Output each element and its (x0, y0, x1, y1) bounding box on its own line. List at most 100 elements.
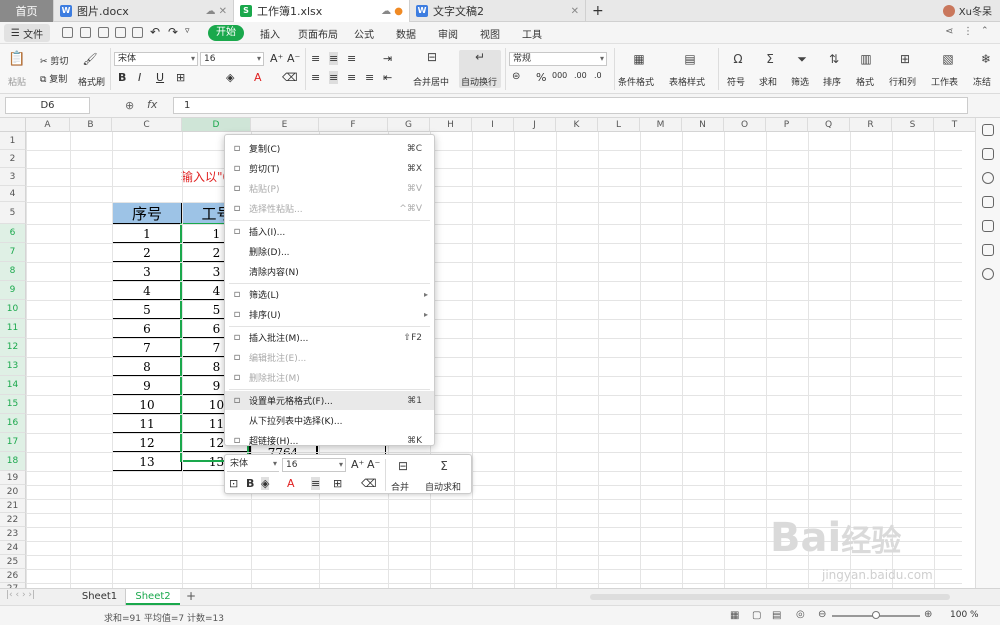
row-header-5[interactable]: 5 (0, 202, 26, 224)
column-header-g[interactable]: G (388, 118, 430, 132)
user-account[interactable]: Xu冬呆 (942, 3, 992, 18)
freeze-button[interactable]: 冻结 (973, 75, 991, 88)
font-color-icon[interactable]: A (254, 71, 262, 84)
font-name-select[interactable]: 宋体 (114, 52, 198, 66)
row-header-23[interactable]: 23 (0, 527, 26, 541)
sort-button[interactable]: 排序 (823, 75, 841, 88)
row-header-20[interactable]: 20 (0, 485, 26, 499)
new-tab-button[interactable]: + (586, 0, 608, 22)
tab-data[interactable]: 数据 (396, 26, 416, 41)
column-header-b[interactable]: B (70, 118, 112, 132)
sum-icon[interactable]: Σ (762, 52, 778, 66)
row-header-17[interactable]: 17 (0, 433, 26, 452)
rows-cols-button[interactable]: 行和列 (889, 75, 916, 88)
row-header-25[interactable]: 25 (0, 555, 26, 569)
tab-tools[interactable]: 工具 (522, 26, 542, 41)
fill-color-icon[interactable]: ◈ (226, 71, 234, 84)
align-top-icon[interactable]: ≡ (311, 52, 320, 65)
italic-icon[interactable]: I (138, 71, 141, 84)
row-header-12[interactable]: 12 (0, 338, 26, 357)
filter-button[interactable]: 筛选 (791, 75, 809, 88)
align-right-icon[interactable]: ≡ (347, 71, 356, 84)
sidebar-fill-icon[interactable] (982, 148, 994, 160)
decrease-font-icon[interactable]: A⁻ (287, 52, 300, 65)
row-header-24[interactable]: 24 (0, 541, 26, 555)
outdent-icon[interactable]: ⇤ (383, 71, 392, 84)
context-menu-item[interactable]: ▫ 剪切(T) ⌘X (225, 159, 434, 178)
row-header-10[interactable]: 10 (0, 300, 26, 319)
symbol-icon[interactable]: Ω (730, 52, 746, 66)
cut-button[interactable]: ✂ 剪切 (40, 54, 68, 67)
sidebar-share-icon[interactable] (982, 244, 994, 256)
file-menu-button[interactable]: ☰ 文件 (4, 24, 50, 42)
context-menu-item[interactable]: ▫ 复制(C) ⌘C (225, 139, 434, 158)
sheet-nav-icon[interactable]: |‹ ‹ › ›| (6, 590, 35, 600)
align-bottom-icon[interactable]: ≡ (347, 52, 356, 65)
tab-page-layout[interactable]: 页面布局 (298, 26, 338, 41)
close-icon[interactable]: ✕ (571, 6, 579, 17)
paste-button[interactable]: 粘贴 (8, 75, 26, 88)
row-header-1[interactable]: 1 (0, 132, 26, 150)
sidebar-settings-icon[interactable] (982, 220, 994, 232)
row-header-11[interactable]: 11 (0, 319, 26, 338)
increase-font-icon[interactable]: A⁺ (270, 52, 283, 65)
tab-doc-text[interactable]: W 文字文稿2 ✕ (410, 0, 586, 22)
row-header-3[interactable]: 3 (0, 168, 26, 186)
table-cell[interactable]: 4 (112, 281, 182, 300)
sheet-tab-sheet1[interactable]: Sheet1 (74, 589, 126, 605)
copy-button[interactable]: ⧉ 复制 (40, 72, 67, 85)
column-header-s[interactable]: S (892, 118, 934, 132)
mini-clear-icon[interactable]: ⌫ (361, 477, 377, 490)
wrap-text-button[interactable]: ↵ 自动换行 (459, 50, 501, 88)
column-header-i[interactable]: I (472, 118, 514, 132)
justify-icon[interactable]: ≡ (365, 71, 374, 84)
context-menu-item[interactable]: 清除内容(N) (225, 262, 434, 281)
row-header-22[interactable]: 22 (0, 513, 26, 527)
column-header-h[interactable]: H (430, 118, 472, 132)
row-header-8[interactable]: 8 (0, 262, 26, 281)
sort-icon[interactable]: ⇅ (826, 52, 842, 66)
mini-align-icon[interactable]: ≡ (311, 477, 321, 490)
table-cell[interactable]: 2 (112, 243, 182, 262)
column-header-c[interactable]: C (112, 118, 182, 132)
sidebar-copy-icon[interactable] (982, 124, 994, 136)
conditional-format-icon[interactable]: ▦ (631, 52, 647, 66)
mini-bold-icon[interactable]: B (246, 477, 254, 490)
align-middle-icon[interactable]: ≡ (329, 52, 339, 65)
table-cell[interactable]: 10 (112, 395, 182, 414)
row-header-21[interactable]: 21 (0, 499, 26, 513)
mini-font-size-select[interactable]: 16 (282, 458, 346, 472)
column-header-j[interactable]: J (514, 118, 556, 132)
table-style-icon[interactable]: ▤ (682, 52, 698, 66)
mini-autosum-button[interactable]: 自动求和 (425, 480, 461, 493)
context-menu-item[interactable]: ▫ 选择性粘贴... ^⌘V (225, 199, 434, 218)
column-header-p[interactable]: P (766, 118, 808, 132)
print-preview-icon[interactable] (132, 27, 143, 38)
borders-icon[interactable]: ⊞ (176, 71, 185, 84)
table-header-seq[interactable]: 序号 (112, 202, 182, 224)
column-header-l[interactable]: L (598, 118, 640, 132)
select-all-corner[interactable] (0, 118, 26, 132)
save-icon[interactable] (80, 27, 91, 38)
tab-workbook[interactable]: S 工作簿1.xlsx ☁ ● (234, 0, 410, 22)
open-icon[interactable] (62, 27, 73, 38)
thousands-icon[interactable]: 000 (552, 71, 567, 80)
mini-autosum-icon[interactable]: Σ (436, 459, 452, 473)
format-icon[interactable]: ▥ (858, 52, 874, 66)
share-icon[interactable]: ⋖ (945, 26, 953, 37)
undo-icon[interactable]: ↶ (150, 25, 160, 39)
context-menu-item[interactable]: ▫ 粘贴(P) ⌘V (225, 179, 434, 198)
context-menu-item[interactable]: 从下拉列表中选择(K)... (225, 411, 434, 430)
table-cell[interactable]: 7 (112, 338, 182, 357)
increase-decimal-icon[interactable]: .00 (574, 71, 587, 80)
context-menu-item[interactable]: ▫ 编辑批注(E)... (225, 348, 434, 367)
collapse-ribbon-icon[interactable]: ⌃ (981, 26, 989, 36)
indent-icon[interactable]: ⇥ (383, 52, 392, 65)
freeze-icon[interactable]: ❄ (978, 52, 994, 66)
row-header-16[interactable]: 16 (0, 414, 26, 433)
customize-icon[interactable]: ▿ (185, 26, 190, 36)
clear-format-icon[interactable]: ⌫ (282, 71, 298, 84)
conditional-format-button[interactable]: 条件格式 (618, 75, 654, 88)
underline-icon[interactable]: U (156, 71, 164, 84)
table-cell[interactable]: 11 (112, 414, 182, 433)
